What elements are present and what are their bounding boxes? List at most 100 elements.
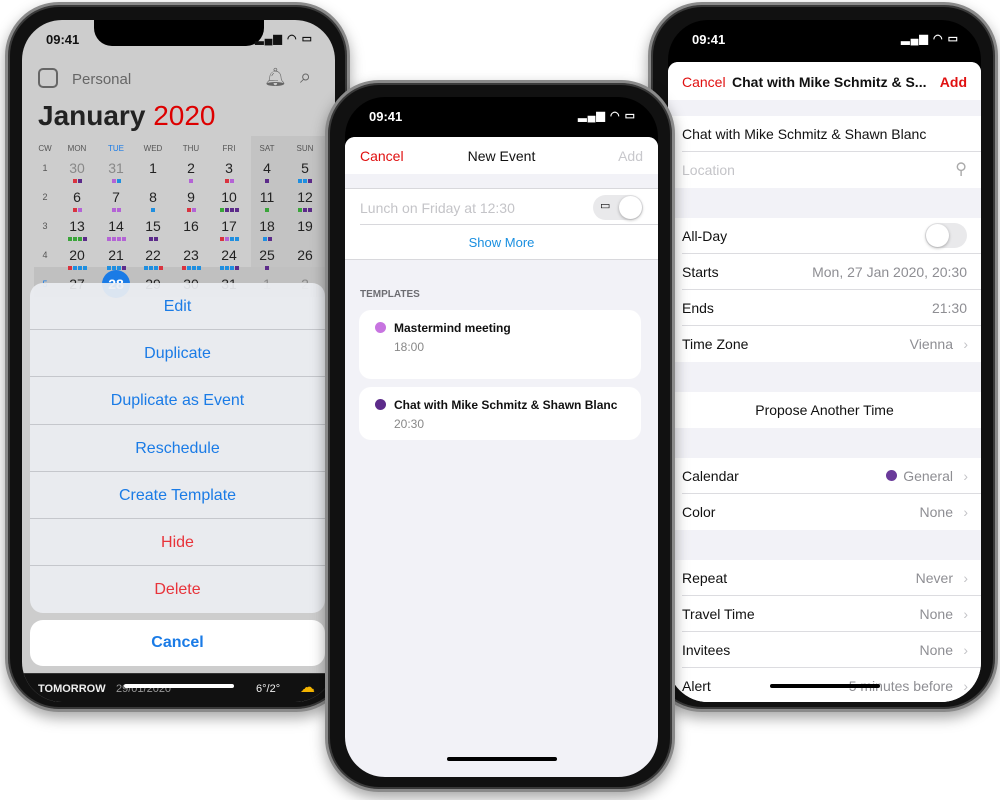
event-dot <box>121 237 126 241</box>
action-edit[interactable]: Edit <box>30 283 325 331</box>
search-icon[interactable]: ⌕ <box>300 66 311 89</box>
day-cell[interactable]: 11 <box>250 189 284 205</box>
phone-edit-event: 09:41 ▂▄▆ ◠ ▭ Cancel Chat with Mike Schm… <box>648 2 998 712</box>
location-pin-icon[interactable]: ⚲ <box>955 159 967 179</box>
event-dot <box>72 237 77 241</box>
event-dot <box>308 208 312 212</box>
day-cell[interactable]: 25 <box>250 247 284 263</box>
row-value: None <box>919 504 953 520</box>
action-hide[interactable]: Hide <box>30 519 325 567</box>
day-cell[interactable]: 5 <box>288 160 322 176</box>
month: January <box>38 100 146 131</box>
chevron-right-icon: › <box>963 504 968 520</box>
event-dot <box>121 266 126 270</box>
event-dot <box>67 237 72 241</box>
event-dot <box>77 179 82 183</box>
template-card[interactable]: Mastermind meeting 18:00 <box>359 310 641 379</box>
row-label: Calendar <box>682 468 739 484</box>
propose-another-time-button[interactable]: Propose Another Time <box>668 392 981 428</box>
quick-entry-input[interactable]: Lunch on Friday at 12:30 <box>360 200 515 216</box>
location-field[interactable]: Location ⚲ <box>668 152 981 188</box>
event-dots <box>174 237 208 241</box>
day-cell[interactable]: 19 <box>288 218 322 234</box>
day-cell[interactable]: 31 <box>99 160 133 176</box>
row-color[interactable]: Color None › <box>668 494 981 530</box>
day-cell[interactable]: 30 <box>60 160 94 176</box>
day-cell[interactable]: 16 <box>174 218 208 234</box>
row-ends[interactable]: Ends 21:30 <box>668 290 981 326</box>
row-travel-time[interactable]: Travel Time None › <box>668 596 981 632</box>
row-label: Ends <box>682 300 714 316</box>
action-reschedule[interactable]: Reschedule <box>30 425 325 472</box>
home-indicator <box>123 684 234 688</box>
status-icons: ▂▄▆ ◠ ▭ <box>255 33 313 45</box>
day-cell[interactable]: 22 <box>136 247 170 263</box>
row-value: 21:30 <box>931 300 967 316</box>
day-cell[interactable]: 3 <box>212 160 246 176</box>
day-cell[interactable]: 18 <box>250 218 284 234</box>
day-cell[interactable]: 4 <box>250 160 284 176</box>
row-invitees[interactable]: Invitees None › <box>668 632 981 668</box>
calendar-name[interactable]: Personal <box>72 71 131 88</box>
cancel-button[interactable]: Cancel <box>682 74 726 90</box>
all-day-toggle[interactable] <box>925 223 967 248</box>
day-cell[interactable]: 21 <box>99 247 133 263</box>
day-cell[interactable]: 7 <box>99 189 133 205</box>
status-icons: ▂▄▆ ◠ ▭ <box>901 33 959 45</box>
event-dot <box>224 266 229 270</box>
day-cell[interactable]: 12 <box>288 189 322 205</box>
event-dot <box>191 208 196 212</box>
chevron-right-icon: › <box>963 468 968 484</box>
event-dots <box>212 179 246 183</box>
day-cell[interactable]: 23 <box>174 247 208 263</box>
calendar-mode-toggle[interactable]: ▭ <box>593 195 643 220</box>
day-cell[interactable]: 14 <box>99 218 133 234</box>
day-cell[interactable]: 10 <box>212 189 246 205</box>
template-card[interactable]: Chat with Mike Schmitz & Shawn Blanc 20:3… <box>359 387 641 440</box>
add-button[interactable]: Add <box>940 74 967 90</box>
day-cell[interactable]: 1 <box>136 160 170 176</box>
day-cell[interactable]: 2 <box>174 160 208 176</box>
event-dots <box>288 208 322 212</box>
day-cell[interactable]: 13 <box>60 218 94 234</box>
calendar-icon: ▭ <box>600 200 611 212</box>
action-duplicate-as-event[interactable]: Duplicate as Event <box>30 377 325 425</box>
event-dot <box>219 266 224 270</box>
day-cell[interactable]: 9 <box>174 189 208 205</box>
row-value: None <box>919 606 953 622</box>
event-dot <box>67 266 72 270</box>
day-cell[interactable]: 6 <box>60 189 94 205</box>
title-field[interactable]: Chat with Mike Schmitz & Shawn Blanc <box>668 116 981 152</box>
action-create-template[interactable]: Create Template <box>30 472 325 519</box>
all-day-row: All-Day <box>668 218 981 254</box>
event-dot <box>234 237 239 241</box>
day-cell[interactable]: 17 <box>212 218 246 234</box>
add-button[interactable]: Add <box>618 148 643 164</box>
week-number: 2 <box>42 192 48 202</box>
calendar-screen: 09:41 ▂▄▆ ◠ ▭ Personal 🔔︎ ⌕ January 2020… <box>22 20 335 702</box>
event-dot <box>196 266 201 270</box>
day-cell[interactable]: 20 <box>60 247 94 263</box>
row-calendar[interactable]: Calendar General › <box>668 458 981 494</box>
action-duplicate[interactable]: Duplicate <box>30 330 325 378</box>
day-cell[interactable]: 24 <box>212 247 246 263</box>
row-time-zone[interactable]: Time Zone Vienna › <box>668 326 981 362</box>
row-repeat[interactable]: Repeat Never › <box>668 560 981 596</box>
show-more-button[interactable]: Show More <box>345 235 658 250</box>
template-color-dot <box>375 322 386 333</box>
event-dot <box>116 237 121 241</box>
day-cell[interactable]: 8 <box>136 189 170 205</box>
edit-sheet: Cancel Chat with Mike Schmitz & S... Add… <box>668 62 981 702</box>
event-dots <box>250 266 284 270</box>
day-cell[interactable]: 26 <box>288 247 322 263</box>
calendars-icon[interactable] <box>38 68 58 88</box>
cancel-button[interactable]: Cancel <box>30 620 325 666</box>
bell-icon[interactable]: 🔔︎ <box>264 67 287 88</box>
day-cell[interactable]: 15 <box>136 218 170 234</box>
event-dot <box>111 208 116 212</box>
row-label: Invitees <box>682 642 731 658</box>
action-delete[interactable]: Delete <box>30 566 325 613</box>
status-bar: 09:41 ▂▄▆ ◠ ▭ <box>345 105 658 125</box>
template-color-dot <box>375 399 386 410</box>
row-starts[interactable]: Starts Mon, 27 Jan 2020, 20:30 <box>668 254 981 290</box>
